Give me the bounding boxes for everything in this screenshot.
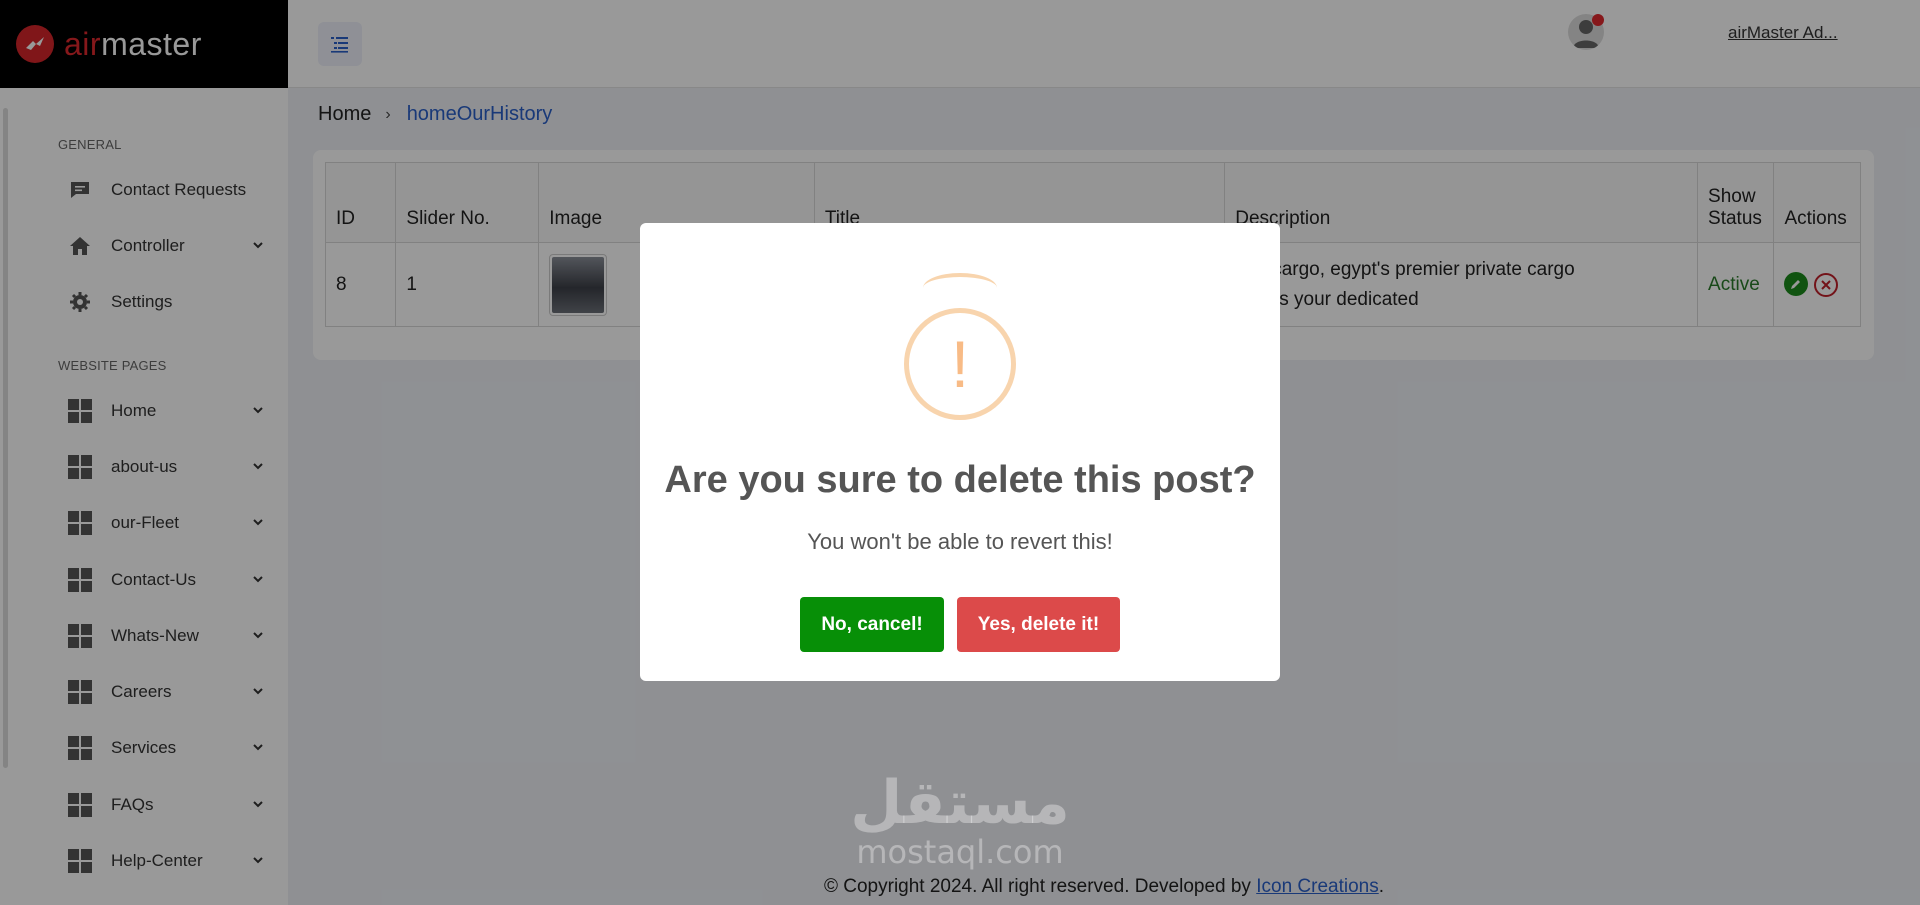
warning-animation-arc	[923, 273, 997, 303]
warning-icon-glyph: !	[950, 327, 970, 401]
watermark-arabic: مستقل	[850, 768, 1070, 838]
watermark: مستقل mostaql.com	[830, 770, 1090, 868]
confirm-delete-button[interactable]: Yes, delete it!	[957, 597, 1120, 652]
confirm-delete-dialog: ! Are you sure to delete this post? You …	[640, 223, 1280, 681]
dialog-text: You won't be able to revert this!	[807, 529, 1113, 554]
watermark-latin: mostaql.com	[856, 833, 1064, 871]
dialog-title: Are you sure to delete this post?	[664, 459, 1256, 501]
warning-icon: !	[904, 308, 1016, 420]
cancel-button[interactable]: No, cancel!	[800, 597, 944, 652]
